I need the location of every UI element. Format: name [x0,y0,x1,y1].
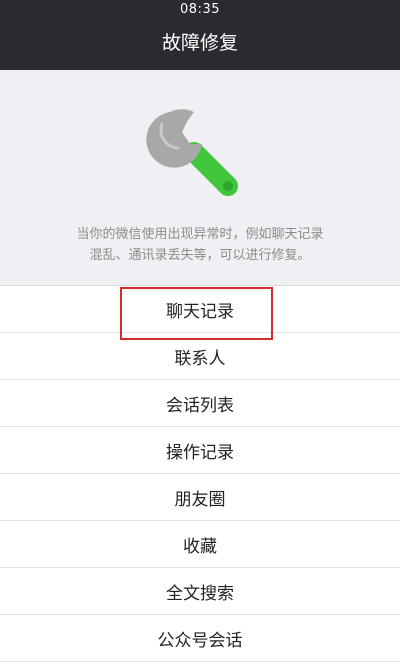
repair-screen: 08:35 故障修复 当你的微信使用出现异常时，例如聊天记录 混乱、通讯录丢失等… [0,0,400,666]
menu-item-chat-list[interactable]: 会话列表 [0,380,400,427]
menu-item-chat-history[interactable]: 聊天记录 [0,286,400,340]
menu-item-favorites[interactable]: 收藏 [0,521,400,568]
hero-text-line-1: 当你的微信使用出现异常时，例如聊天记录 [76,227,324,242]
hero-text-line-2: 混乱、通讯录丢失等，可以进行修复。 [89,248,311,263]
menu-item-full-text-search[interactable]: 全文搜索 [0,568,400,615]
menu-item-official-account-chats[interactable]: 公众号会话 [0,615,400,662]
menu-item-moments[interactable]: 朋友圈 [0,474,400,521]
page-title: 故障修复 [161,32,238,54]
hero-section: 当你的微信使用出现异常时，例如聊天记录 混乱、通讯录丢失等，可以进行修复。 [0,70,400,285]
top-bar: 08:35 故障修复 [0,0,400,70]
repair-options-list: 聊天记录 联系人 会话列表 操作记录 朋友圈 收藏 全文搜索 公众号会话 [0,285,400,662]
wrench-icon [140,100,250,210]
menu-item-operation-records[interactable]: 操作记录 [0,427,400,474]
menu-item-contacts[interactable]: 联系人 [0,333,400,380]
hero-description: 当你的微信使用出现异常时，例如聊天记录 混乱、通讯录丢失等，可以进行修复。 [50,224,350,266]
status-time: 08:35 [180,2,220,17]
